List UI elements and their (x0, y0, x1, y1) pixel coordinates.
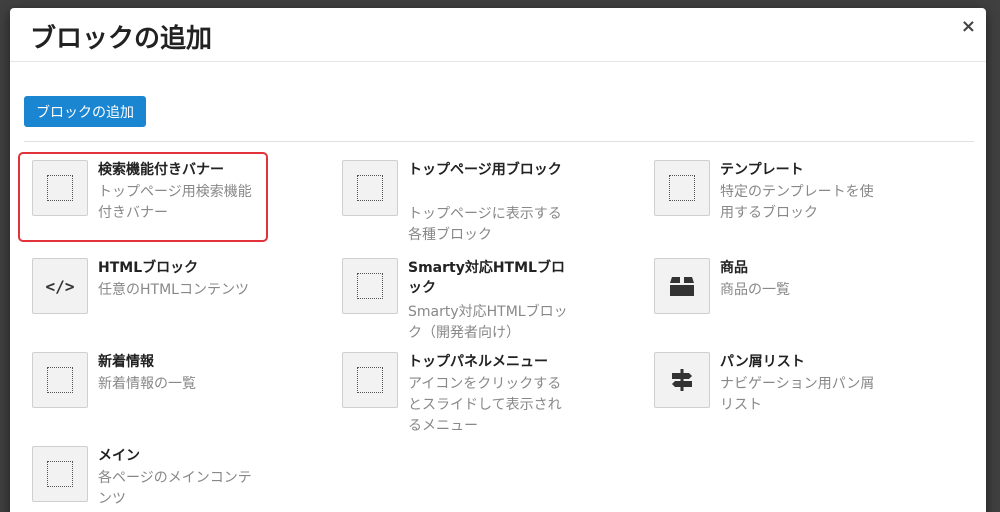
block-description: トップページに表示する各種ブロック (408, 206, 562, 243)
block-name: 検索機能付きバナー (98, 162, 224, 178)
block-thumbnail: </> (32, 258, 88, 314)
block-thumbnail (654, 258, 710, 314)
block-item-search-banner[interactable]: 検索機能付きバナー トップページ用検索機能付きバナー (18, 152, 268, 242)
close-icon[interactable]: × (961, 16, 976, 37)
dotted-square-icon (47, 461, 73, 487)
block-description: 特定のテンプレートを使用するブロック (720, 184, 874, 221)
block-item-main[interactable]: メイン 各ページのメインコンテンツ (20, 440, 270, 512)
block-thumbnail (654, 160, 710, 216)
block-name: Smarty対応HTMLブロック (408, 260, 565, 296)
block-name: トップパネルメニュー (408, 354, 548, 370)
block-thumbnail (32, 160, 88, 216)
divider (24, 141, 974, 142)
dotted-square-icon (357, 175, 383, 201)
block-item-top-panel-menu[interactable]: トップパネルメニュー アイコンをクリックするとスライドして表示されるメニュー (330, 346, 580, 436)
box-icon (670, 277, 694, 296)
block-name: トップページ用ブロック (408, 162, 562, 178)
modal-title: ブロックの追加 (30, 24, 213, 54)
block-description: 任意のHTMLコンテンツ (98, 282, 249, 298)
block-item-products[interactable]: 商品 商品の一覧 (642, 252, 892, 342)
add-block-modal: ブロックの追加 × ブロックの追加 検索機能付きバナー トップページ用検索機能付… (10, 8, 986, 512)
block-name: パン屑リスト (720, 354, 805, 370)
block-description: 新着情報の一覧 (98, 376, 196, 392)
dotted-square-icon (669, 175, 695, 201)
block-item-top-page-block[interactable]: トップページ用ブロック トップページに表示する各種ブロック (330, 154, 580, 244)
block-description: 各ページのメインコンテンツ (98, 470, 252, 507)
code-icon: </> (45, 276, 75, 296)
block-item-template[interactable]: テンプレート 特定のテンプレートを使用するブロック (642, 154, 892, 244)
block-description: Smarty対応HTMLブロック（開発者向け） (408, 304, 568, 341)
dotted-square-icon (357, 273, 383, 299)
block-description: トップページ用検索機能付きバナー (98, 184, 252, 221)
dotted-square-icon (47, 367, 73, 393)
dotted-square-icon (47, 175, 73, 201)
modal-header: ブロックの追加 × (10, 8, 986, 62)
block-item-html-block[interactable]: </> HTMLブロック 任意のHTMLコンテンツ (20, 252, 270, 342)
signpost-icon (672, 369, 692, 391)
dotted-square-icon (357, 367, 383, 393)
block-description: 商品の一覧 (720, 282, 790, 298)
block-description: アイコンをクリックするとスライドして表示されるメニュー (408, 376, 562, 434)
block-item-breadcrumb-list[interactable]: パン屑リスト ナビゲーション用パン屑リスト (642, 346, 892, 436)
block-thumbnail (342, 160, 398, 216)
block-thumbnail (32, 352, 88, 408)
block-name: HTMLブロック (98, 260, 199, 276)
block-thumbnail (342, 258, 398, 314)
block-item-news[interactable]: 新着情報 新着情報の一覧 (20, 346, 270, 436)
block-name: テンプレート (720, 162, 804, 178)
block-name: 新着情報 (98, 354, 154, 370)
block-description: ナビゲーション用パン屑リスト (720, 376, 875, 413)
block-thumbnail (342, 352, 398, 408)
block-name: 商品 (720, 260, 748, 276)
add-block-button[interactable]: ブロックの追加 (24, 96, 146, 127)
block-name: メイン (98, 448, 140, 464)
block-thumbnail (32, 446, 88, 502)
block-item-smarty-html-block[interactable]: Smarty対応HTMLブロック Smarty対応HTMLブロック（開発者向け） (330, 252, 580, 342)
block-thumbnail (654, 352, 710, 408)
